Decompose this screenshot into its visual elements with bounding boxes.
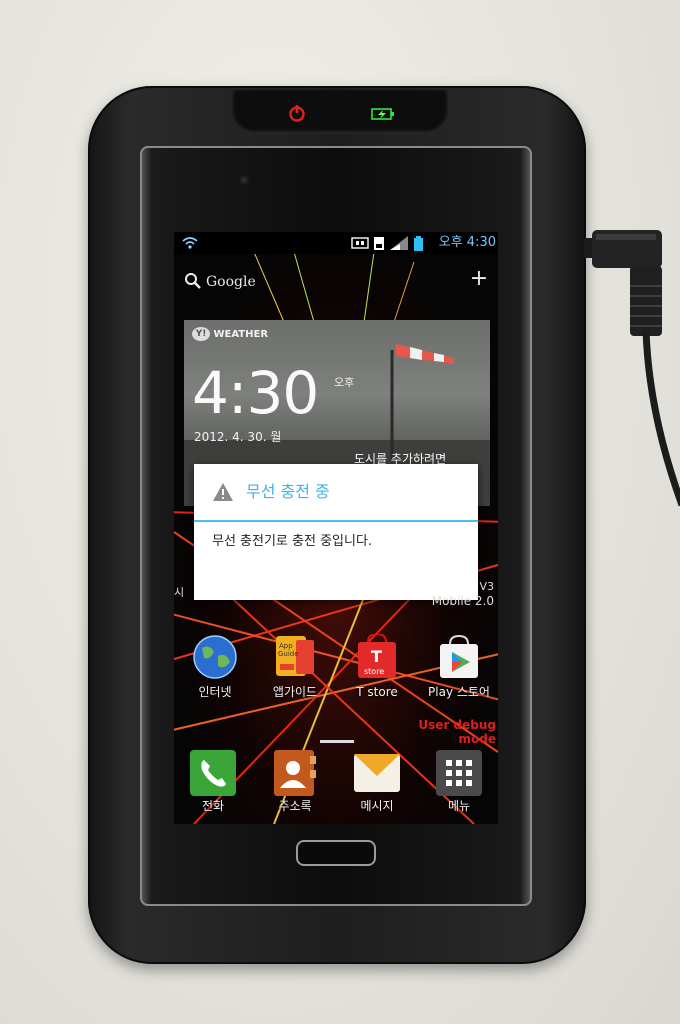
front-camera (238, 174, 250, 186)
app-label-app-guide: 앱가이드 (272, 685, 318, 699)
warning-icon (213, 483, 233, 501)
menu-grid-icon[interactable] (436, 750, 482, 796)
clock-time: 4:30 (192, 359, 319, 427)
app-guide-icon[interactable]: App Guide (272, 634, 318, 680)
play-store-icon[interactable] (436, 634, 482, 680)
phone-screen: 오후 4:30 Google + Y! WEATHER 4:30 오후 2012… (174, 232, 498, 824)
debug-mode-label: User debug mode (418, 718, 496, 746)
search-icon[interactable] (184, 272, 202, 290)
weather-brand: WEATHER (213, 329, 269, 340)
t-store-icon-text: store (364, 667, 384, 676)
svg-text:T: T (371, 647, 382, 666)
nfc-icon (351, 237, 369, 249)
wifi-icon (182, 237, 198, 249)
message-icon[interactable] (354, 750, 400, 796)
dock-label-contacts: 주소록 (278, 799, 312, 813)
t-store-icon[interactable]: T store (354, 634, 400, 680)
google-search-bar[interactable]: Google (206, 272, 286, 292)
dock-label-phone: 전화 (201, 799, 225, 813)
contacts-icon[interactable] (272, 750, 318, 796)
app-guide-icon-text-2: Guide (278, 650, 299, 658)
home-button[interactable] (296, 840, 376, 866)
dialog-message: 무선 충전기로 충전 중입니다. (212, 534, 373, 549)
cable-wire (642, 330, 680, 507)
v3-widget-subtitle: Mobile 2.0 (431, 594, 494, 608)
yahoo-weather-logo: Y! WEATHER (192, 326, 312, 344)
power-icon (289, 105, 305, 122)
sim-icon (374, 237, 384, 250)
partial-widget-text: 시 (174, 586, 185, 599)
v3-widget-label: V3 (479, 580, 494, 593)
pad-indicator-housing (232, 90, 448, 134)
clock-ampm: 오후 (334, 376, 355, 389)
add-icon[interactable]: + (468, 268, 490, 290)
app-guide-icon-text-1: App (279, 642, 293, 650)
status-time: 오후 4:30 (438, 235, 496, 250)
app-label-t-store: T store (356, 685, 398, 699)
page-indicator (320, 740, 354, 743)
dock-label-menu: 메뉴 (447, 799, 471, 813)
status-indicator-icons (351, 236, 423, 251)
dialog-divider (194, 520, 478, 522)
app-label-internet: 인터넷 (198, 685, 232, 699)
clock-date: 2012. 4. 30. 월 (194, 430, 282, 444)
yahoo-icon: Y! (192, 327, 210, 341)
app-label-play-store: Play 스토어 (428, 685, 490, 699)
dialog-title: 무선 충전 중 (246, 482, 330, 501)
dock-label-messages: 메시지 (360, 799, 394, 813)
charging-battery-icon (371, 108, 394, 120)
globe-icon[interactable] (192, 634, 238, 680)
status-bar: 오후 4:30 (174, 232, 498, 254)
battery-icon (414, 238, 423, 251)
phone-icon[interactable] (190, 750, 236, 796)
